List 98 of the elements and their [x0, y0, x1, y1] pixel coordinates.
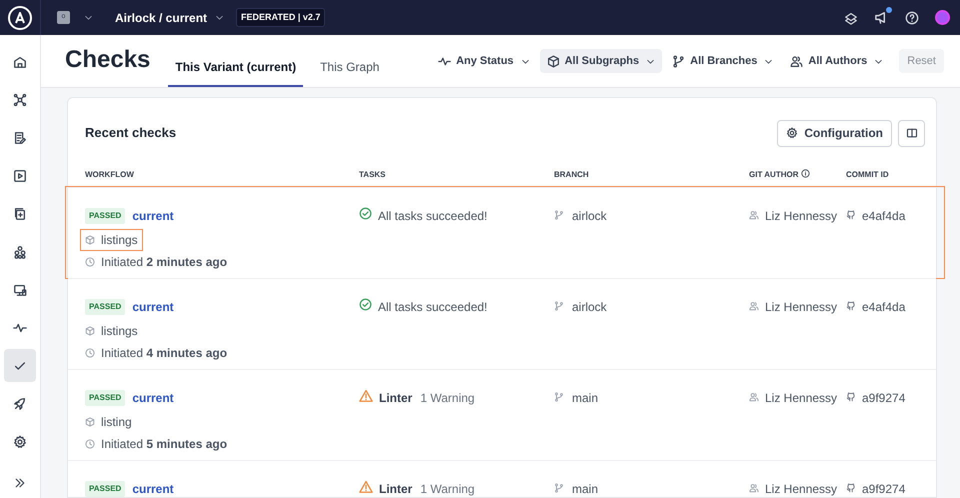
author-name: Liz Hennessy [765, 481, 838, 498]
double-chevron-icon [14, 477, 26, 489]
task-name: Linter [379, 481, 412, 498]
task-detail: 1 Warning [420, 390, 475, 407]
branch-name: main [572, 481, 598, 498]
variant-link[interactable]: current [132, 207, 174, 225]
task-status: All tasks succeeded! [378, 299, 488, 316]
clock-icon [85, 348, 95, 358]
check-row[interactable]: PASSED current listing Initiated 5 minutes ago Linter 1 Warning main Liz Hennessy a9f9274 [68, 369, 936, 460]
column-header: GIT AUTHOR [749, 168, 798, 180]
info-icon [801, 168, 810, 178]
document-pencil-icon [13, 130, 27, 144]
federation-badge: FEDERATED | v2.7 [236, 8, 326, 28]
status-badge: PASSED [85, 208, 126, 224]
subgraph-tag: listing [85, 413, 132, 431]
status-badge: PASSED [85, 299, 126, 315]
commit-id: a9f9274 [862, 481, 906, 498]
network-icon [13, 92, 27, 106]
logo-icon[interactable] [8, 6, 32, 30]
author-name: Liz Hennessy [765, 299, 838, 316]
people-icon [749, 210, 759, 220]
cube-icon [85, 235, 95, 245]
subgraph-tag: listings [85, 322, 138, 340]
filter-dropdown[interactable]: Any Status [431, 49, 537, 73]
filter-dropdown[interactable]: All Subgraphs [540, 49, 662, 73]
card-title: Recent checks [85, 124, 176, 142]
tab[interactable]: This Graph [313, 49, 386, 87]
page-title: Checks [65, 45, 150, 75]
variant-link[interactable]: current [132, 298, 174, 316]
author-name: Liz Hennessy [765, 390, 838, 407]
people-icon [749, 483, 759, 493]
branch-name: main [572, 390, 598, 407]
check-row[interactable]: PASSED current listings Initiated 2 minutes ago All tasks succeeded! airlock Liz Hennessy e4af4da [66, 187, 944, 278]
split-view-button[interactable] [898, 120, 925, 146]
branch-icon [672, 54, 686, 68]
help-icon [905, 10, 919, 24]
column-header: TASKS [359, 168, 386, 180]
github-icon [846, 483, 856, 493]
tab[interactable]: This Variant (current) [168, 49, 304, 87]
warning-icon [359, 480, 373, 494]
github-icon [846, 392, 856, 402]
branch-icon [554, 392, 564, 402]
copy-icon [13, 206, 27, 220]
branch-name: airlock [572, 299, 607, 316]
task-name: Linter [379, 390, 412, 407]
cube-icon [546, 54, 560, 68]
task-status: All tasks succeeded! [378, 208, 488, 225]
warning-icon [359, 389, 373, 403]
github-icon [846, 301, 856, 311]
column-header: COMMIT ID [846, 168, 889, 180]
configuration-button[interactable]: Configuration [777, 120, 892, 146]
initiated-text: Initiated 2 minutes ago [101, 254, 228, 271]
pulse-icon [438, 54, 452, 68]
settings-icon [786, 127, 798, 139]
check-row[interactable]: PASSED current Linter 1 Warning main Liz Hennessy a9f9274 [68, 460, 936, 498]
task-detail: 1 Warning [420, 481, 475, 498]
branch-icon [554, 210, 564, 220]
initiated-text: Initiated 5 minutes ago [101, 436, 228, 453]
column-header: BRANCH [554, 168, 589, 180]
rocket-icon [13, 396, 27, 410]
status-badge: PASSED [85, 481, 126, 497]
filter-dropdown[interactable]: All Branches [665, 49, 780, 73]
author-name: Liz Hennessy [765, 208, 838, 225]
monitor-icon [13, 282, 27, 296]
chevron-down-icon [215, 13, 224, 22]
play-icon [13, 168, 27, 182]
commit-id: e4af4da [862, 208, 906, 225]
branch-name: airlock [572, 208, 607, 225]
initiated-text: Initiated 4 minutes ago [101, 345, 228, 362]
house-icon [13, 54, 27, 68]
variant-link[interactable]: current [132, 389, 174, 407]
commit-id: e4af4da [862, 299, 906, 316]
github-icon [846, 210, 856, 220]
layers-icon [844, 10, 858, 24]
check-circle-icon [359, 207, 372, 220]
clock-icon [85, 439, 95, 449]
book-icon [906, 127, 918, 139]
graph-selector[interactable]: Airlock / current [115, 8, 224, 26]
column-header: WORKFLOW [85, 168, 134, 180]
status-badge: PASSED [85, 390, 126, 406]
cubes-icon [13, 244, 27, 258]
subgraph-tag: listings [81, 230, 142, 250]
chevron-down-icon [84, 13, 93, 22]
cube-icon [85, 326, 95, 336]
user-avatar[interactable] [935, 10, 950, 25]
commit-id: a9f9274 [862, 390, 906, 407]
check-row[interactable]: PASSED current listings Initiated 4 minutes ago All tasks succeeded! airlock Liz Hennessy e4af4da [68, 278, 936, 369]
people-icon [749, 301, 759, 311]
variant-link[interactable]: current [132, 480, 174, 498]
check-circle-icon [359, 298, 372, 311]
cube-icon [85, 417, 95, 427]
settings-icon [13, 434, 27, 448]
branch-icon [554, 483, 564, 493]
people-icon [790, 54, 804, 68]
clock-icon [85, 257, 95, 267]
branch-icon [554, 301, 564, 311]
people-icon [749, 392, 759, 402]
filter-dropdown[interactable]: All Authors [783, 49, 890, 73]
